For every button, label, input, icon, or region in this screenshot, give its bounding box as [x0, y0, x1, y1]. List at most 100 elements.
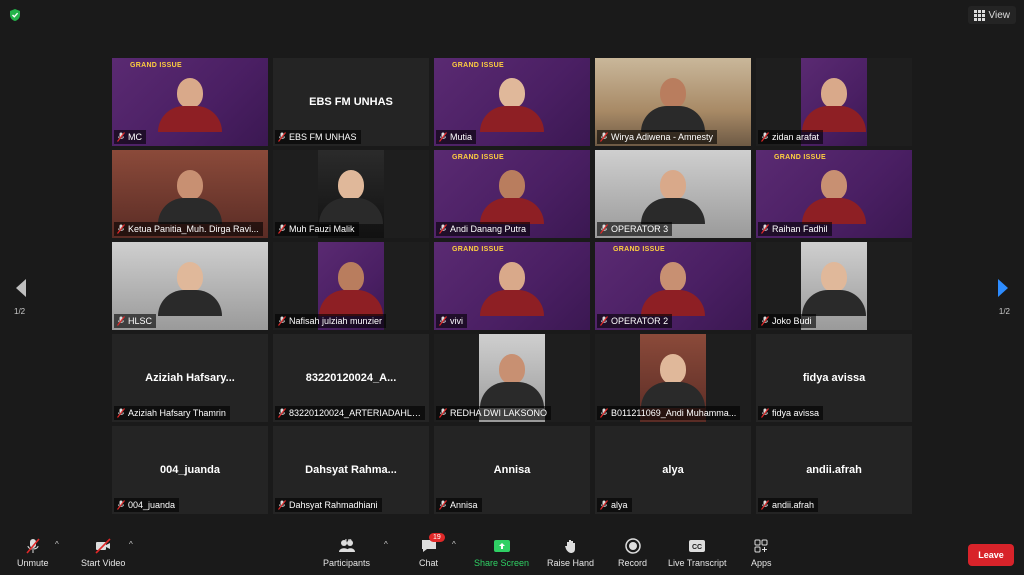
participant-silhouette: [802, 78, 866, 132]
shield-icon[interactable]: [8, 8, 22, 22]
participant-label: EBS FM UNHAS: [275, 130, 361, 144]
participant-silhouette: [480, 262, 544, 316]
live-transcript-button[interactable]: CC Live Transcript: [668, 538, 727, 568]
share-screen-button[interactable]: Share Screen: [474, 538, 529, 568]
participant-tile[interactable]: Annisa Annisa: [434, 426, 590, 514]
start-video-label: Start Video: [81, 558, 126, 568]
participant-tile[interactable]: GRAND ISSUE Raihan Fadhil: [756, 150, 912, 238]
raise-hand-label: Raise Hand: [547, 558, 595, 568]
participant-tile[interactable]: Nafisah julziah munzier: [273, 242, 429, 330]
participant-label: Annisa: [436, 498, 482, 512]
participant-tile[interactable]: Aziziah Hafsary... Aziziah Hafsary Thamri…: [112, 334, 268, 422]
muted-microphone-icon: [117, 408, 125, 418]
muted-microphone-icon: [117, 132, 125, 142]
participant-silhouette: [641, 170, 705, 224]
participant-label: 004_juanda: [114, 498, 180, 512]
participant-label: Joko Budi: [758, 314, 816, 328]
muted-microphone-icon: [278, 132, 286, 142]
audio-options-caret[interactable]: ^: [55, 540, 59, 549]
participant-tile[interactable]: alya alya: [595, 426, 751, 514]
participants-options-caret[interactable]: ^: [384, 540, 388, 549]
participant-tile[interactable]: B011211069_Andi Muhamma...: [595, 334, 751, 422]
video-options-caret[interactable]: ^: [129, 540, 133, 549]
participant-name-display: EBS FM UNHAS: [309, 96, 393, 108]
participant-label: 83220120024_ARTERIADAHLAN: [275, 406, 425, 420]
participants-count: 42: [343, 538, 352, 547]
participant-label-text: REDHA DWI LAKSONO: [450, 408, 548, 418]
participant-tile[interactable]: 83220120024_A... 83220120024_ARTERIADAHLA…: [273, 334, 429, 422]
leave-button[interactable]: Leave: [968, 544, 1014, 566]
participant-label-text: B011211069_Andi Muhamma...: [611, 408, 737, 418]
muted-microphone-icon: [117, 316, 125, 326]
muted-microphone-icon: [278, 500, 286, 510]
muted-microphone-icon: [761, 132, 769, 142]
apps-icon: [754, 539, 768, 553]
participant-tile[interactable]: Dahsyat Rahma... Dahsyat Rahmadhiani: [273, 426, 429, 514]
participant-silhouette: [641, 354, 705, 408]
participant-tile[interactable]: Ketua Panitia_Muh. Dirga Ravi...: [112, 150, 268, 238]
muted-microphone-icon: [600, 316, 608, 326]
top-bar: View: [0, 0, 1024, 30]
participant-tile[interactable]: REDHA DWI LAKSONO: [434, 334, 590, 422]
participant-label-text: Raihan Fadhil: [772, 224, 828, 234]
next-page-arrow-icon[interactable]: [996, 278, 1010, 298]
muted-microphone-icon: [761, 500, 769, 510]
participant-tile[interactable]: GRAND ISSUE Andi Danang Putra: [434, 150, 590, 238]
participant-label-text: 004_juanda: [128, 500, 176, 510]
participant-tile[interactable]: OPERATOR 3: [595, 150, 751, 238]
participant-label-text: HLSC: [128, 316, 153, 326]
participant-tile[interactable]: GRAND ISSUE Mutia: [434, 58, 590, 146]
muted-microphone-icon: [439, 132, 447, 142]
start-video-button[interactable]: Start Video: [81, 538, 125, 568]
video-banner-text: GRAND ISSUE: [452, 62, 504, 69]
video-banner-text: GRAND ISSUE: [613, 246, 665, 253]
muted-microphone-icon: [600, 132, 608, 142]
participant-name-display: Dahsyat Rahma...: [305, 464, 397, 476]
participant-name-display: 004_juanda: [160, 464, 220, 476]
participant-tile[interactable]: andii.afrah andii.afrah: [756, 426, 912, 514]
participant-label: Mutia: [436, 130, 477, 144]
muted-microphone-icon: [278, 408, 286, 418]
page-indicator-left: 1/2: [14, 307, 26, 316]
unmute-label: Unmute: [17, 558, 49, 568]
participant-tile[interactable]: Muh Fauzi Malik: [273, 150, 429, 238]
apps-label: Apps: [751, 558, 772, 568]
participant-tile[interactable]: GRAND ISSUE OPERATOR 2: [595, 242, 751, 330]
apps-button[interactable]: Apps: [751, 538, 772, 568]
participant-silhouette: [319, 262, 383, 316]
participant-name-display: fidya avissa: [802, 372, 866, 384]
previous-page-arrow-icon[interactable]: [14, 278, 28, 298]
participants-button[interactable]: 42 Participants: [323, 538, 370, 568]
participant-label-text: Annisa: [450, 500, 478, 510]
closed-caption-icon: CC: [689, 540, 706, 552]
participant-name-display: alya: [662, 464, 684, 476]
participant-silhouette: [480, 354, 544, 408]
muted-microphone-icon: [761, 224, 769, 234]
muted-microphone-icon: [278, 316, 286, 326]
participant-tile[interactable]: HLSC: [112, 242, 268, 330]
participant-silhouette: [319, 170, 383, 224]
participant-tile[interactable]: fidya avissa fidya avissa: [756, 334, 912, 422]
muted-microphone-icon: [600, 500, 608, 510]
chat-button[interactable]: 19 Chat: [419, 533, 445, 568]
unmute-button[interactable]: Unmute: [17, 538, 49, 568]
participant-tile[interactable]: zidan arafat: [756, 58, 912, 146]
participant-tile[interactable]: GRAND ISSUE MC: [112, 58, 268, 146]
view-button[interactable]: View: [967, 6, 1016, 24]
participant-silhouette: [158, 78, 222, 132]
page-indicator-right: 1/2: [998, 307, 1010, 316]
participant-silhouette: [480, 78, 544, 132]
record-label: Record: [618, 558, 648, 568]
participant-label-text: 83220120024_ARTERIADAHLAN: [289, 408, 421, 418]
participant-label-text: OPERATOR 3: [611, 224, 669, 234]
participant-tile[interactable]: Joko Budi: [756, 242, 912, 330]
participant-tile[interactable]: Wirya Adiwena - Amnesty: [595, 58, 751, 146]
participant-tile[interactable]: 004_juanda 004_juanda: [112, 426, 268, 514]
participant-tile[interactable]: EBS FM UNHAS EBS FM UNHAS: [273, 58, 429, 146]
raise-hand-button[interactable]: Raise Hand: [547, 538, 594, 568]
chat-options-caret[interactable]: ^: [452, 540, 456, 549]
participant-tile[interactable]: GRAND ISSUE vivi: [434, 242, 590, 330]
record-button[interactable]: Record: [618, 538, 647, 568]
chat-badge: 19: [429, 533, 445, 542]
participant-label-text: Wirya Adiwena - Amnesty: [611, 132, 714, 142]
